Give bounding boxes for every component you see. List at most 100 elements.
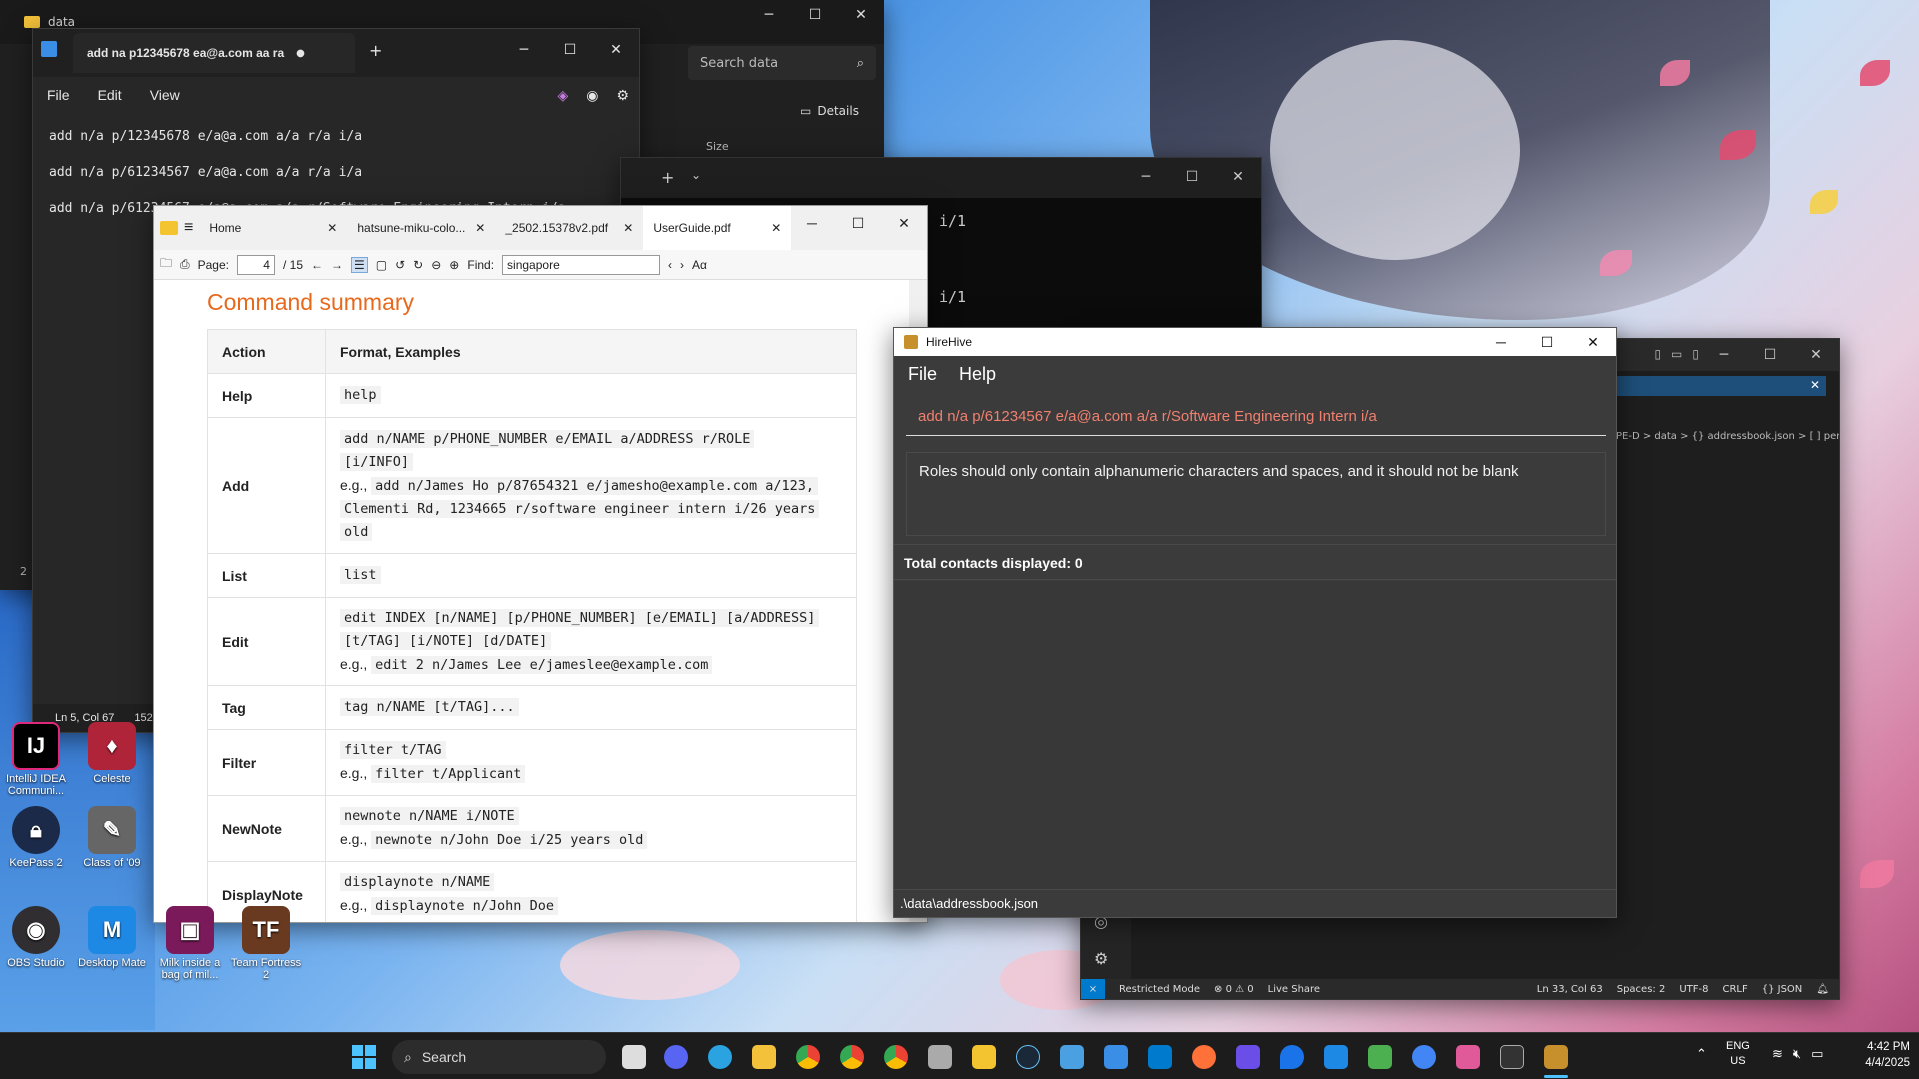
open-folder-icon[interactable]: 🗀︎ — [160, 254, 172, 275]
bell-icon[interactable]: 🔔︎ — [1816, 984, 1829, 995]
game-app-icon[interactable] — [928, 1045, 952, 1069]
find-previous-icon[interactable]: ‹ — [668, 258, 672, 272]
chrome-profile-2-icon[interactable] — [884, 1045, 908, 1069]
taskbar-search[interactable]: ⌕ Search — [392, 1040, 606, 1074]
pdf-page[interactable]: Command summary Action Format, Examples … — [154, 280, 909, 922]
remote-icon[interactable]: ⨯ — [1081, 979, 1105, 999]
close-tab-icon[interactable]: ✕ — [327, 221, 337, 235]
maps-icon[interactable] — [1280, 1045, 1304, 1069]
forward-arrow-icon[interactable]: → — [331, 258, 343, 272]
menu-file[interactable]: File — [47, 87, 70, 103]
chevron-down-icon[interactable]: ⌄ — [691, 168, 701, 182]
column-header-size[interactable]: Size — [706, 140, 729, 153]
language-indicator[interactable]: ENG US — [1726, 1039, 1750, 1069]
close-icon[interactable]: ✕ — [1215, 162, 1261, 192]
notepad-tab[interactable]: add na p12345678 ea@a.com aa ra ● — [73, 33, 355, 73]
gear-icon[interactable]: ⚙ — [616, 87, 629, 104]
photos-icon[interactable] — [1060, 1045, 1084, 1069]
pdf-tab-active[interactable]: UserGuide.pdf ✕ — [643, 206, 792, 250]
steam-icon[interactable] — [1016, 1045, 1040, 1069]
chevron-up-icon[interactable]: ⌃ — [1696, 1047, 1707, 1062]
close-icon[interactable]: ✕ — [881, 208, 927, 238]
hamburger-menu-icon[interactable]: ≡ — [184, 219, 193, 237]
task-view-icon[interactable] — [622, 1045, 646, 1069]
pdf-tab[interactable]: Home ✕ — [199, 206, 347, 250]
maximize-icon[interactable]: ☐ — [792, 0, 838, 30]
minecraft-icon[interactable] — [1368, 1045, 1392, 1069]
find-next-icon[interactable]: › — [680, 258, 684, 272]
telegram-icon[interactable] — [708, 1045, 732, 1069]
minimize-icon[interactable]: ─ — [501, 35, 547, 65]
close-tab-icon[interactable]: ✕ — [623, 221, 633, 235]
menu-edit[interactable]: Edit — [98, 87, 122, 103]
match-case-icon[interactable]: Aα — [692, 258, 707, 272]
maximize-icon[interactable]: ☐ — [1169, 162, 1215, 192]
vscode-icon[interactable] — [1148, 1045, 1172, 1069]
menu-file[interactable]: File — [908, 364, 937, 385]
close-icon[interactable]: ✕ — [1570, 328, 1616, 356]
rotate-left-icon[interactable]: ↺ — [395, 258, 405, 272]
account-icon[interactable]: ◉ — [586, 87, 598, 104]
pdf-tab[interactable]: hatsune-miku-colo... ✕ — [347, 206, 495, 250]
find-input[interactable]: singapore — [502, 254, 661, 275]
vscode-editor-tab[interactable]: ✕ — [1616, 376, 1826, 396]
single-page-icon[interactable]: ▢ — [376, 258, 387, 272]
layout-secondary-icon[interactable]: ▯ — [1692, 347, 1699, 361]
page-number-input[interactable]: 4 — [236, 254, 275, 275]
desktop-mate-taskbar-icon[interactable] — [1324, 1045, 1348, 1069]
copilot-icon[interactable]: ◈ — [557, 87, 568, 104]
close-icon[interactable]: ✕ — [838, 0, 884, 30]
desktop-icon-milk[interactable]: ▣ Milk inside a bag of mil... — [154, 906, 226, 981]
command-input[interactable]: add n/a p/61234567 e/a@a.com a/a r/Softw… — [906, 398, 1606, 436]
layout-sidebar-icon[interactable]: ▯ — [1654, 347, 1661, 361]
system-tray[interactable]: ≋ 🔇︎ ▭ — [1772, 1047, 1823, 1062]
zoom-in-icon[interactable]: ⊕ — [449, 258, 459, 272]
terminal-taskbar-icon[interactable] — [1500, 1045, 1524, 1069]
maximize-icon[interactable]: ☐ — [1524, 328, 1570, 356]
manage-gear-icon[interactable]: ⚙ — [1094, 949, 1108, 968]
minimize-icon[interactable]: ─ — [1123, 162, 1169, 192]
vscode-breadcrumb[interactable]: PE-D > data > {} addressbook.json > [ ] … — [1616, 431, 1839, 442]
intellij-taskbar-icon[interactable] — [1236, 1045, 1260, 1069]
git-app-icon[interactable] — [1456, 1045, 1480, 1069]
maximize-icon[interactable]: ☐ — [1747, 339, 1793, 371]
minimize-icon[interactable]: ─ — [746, 0, 792, 30]
back-arrow-icon[interactable]: ← — [311, 258, 323, 272]
discord-icon[interactable] — [664, 1045, 688, 1069]
layout-panel-icon[interactable]: ▭ — [1671, 347, 1682, 361]
pdf-viewer-window[interactable]: ≡ Home ✕ hatsune-miku-colo... ✕ _2502.1537… — [153, 205, 928, 923]
menu-help[interactable]: Help — [959, 364, 996, 385]
menu-view[interactable]: View — [150, 87, 180, 103]
zoom-out-icon[interactable]: ⊖ — [431, 258, 441, 272]
desktop-icon-tf2[interactable]: TF Team Fortress 2 — [230, 906, 302, 981]
new-tab-icon[interactable]: + — [369, 41, 382, 60]
details-button[interactable]: ▭ Details — [800, 104, 859, 118]
new-tab-icon[interactable]: + — [661, 168, 674, 187]
minimize-icon[interactable]: ─ — [1478, 328, 1524, 356]
desktop-icon-desktop-mate[interactable]: M Desktop Mate — [76, 906, 148, 969]
chrome-profile-icon[interactable] — [840, 1045, 864, 1069]
close-tab-icon[interactable]: ✕ — [475, 221, 485, 235]
print-icon[interactable]: ⎙ — [180, 257, 190, 272]
desktop-icon-keepass[interactable]: 🔒︎ KeePass 2 — [0, 806, 72, 869]
google-icon[interactable] — [1412, 1045, 1436, 1069]
sumatra-pdf-icon[interactable] — [972, 1045, 996, 1069]
maximize-icon[interactable]: ☐ — [547, 35, 593, 65]
notepad-icon[interactable] — [1104, 1045, 1128, 1069]
file-explorer-icon[interactable] — [752, 1045, 776, 1069]
desktop-icon-celeste[interactable]: ♦ Celeste — [76, 722, 148, 785]
rotate-right-icon[interactable]: ↻ — [413, 258, 423, 272]
maximize-icon[interactable]: ☐ — [835, 208, 881, 238]
firefox-icon[interactable] — [1192, 1045, 1216, 1069]
desktop-icon-obs[interactable]: ◉ OBS Studio — [0, 906, 72, 969]
close-tab-icon[interactable]: ✕ — [771, 221, 781, 235]
minimize-icon[interactable]: ─ — [789, 208, 835, 238]
close-icon[interactable]: ✕ — [593, 35, 639, 65]
chrome-icon[interactable] — [796, 1045, 820, 1069]
close-icon[interactable]: ✕ — [1793, 339, 1839, 371]
unsaved-dot-icon[interactable]: ● — [296, 48, 305, 59]
continuous-view-icon[interactable]: ☰ — [351, 256, 368, 273]
pdf-tab[interactable]: _2502.15378v2.pdf ✕ — [495, 206, 643, 250]
windows-start-icon[interactable] — [352, 1045, 376, 1069]
minimize-icon[interactable]: ─ — [1701, 339, 1747, 371]
